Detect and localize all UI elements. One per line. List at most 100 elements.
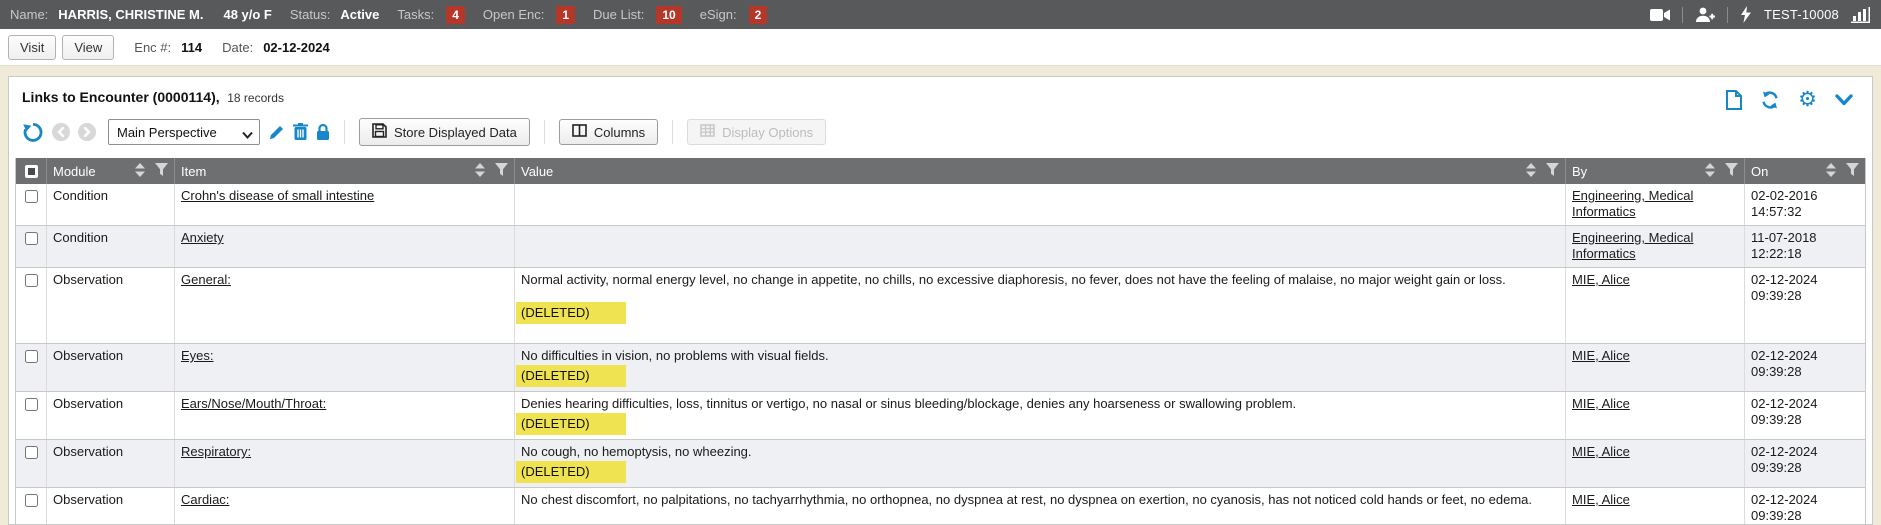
value-cell: [514, 226, 1565, 267]
sort-icon[interactable]: [1826, 163, 1836, 180]
value-column-header[interactable]: Value: [514, 158, 1565, 184]
sort-icon[interactable]: [1526, 163, 1536, 180]
topbar-separator: [1682, 7, 1683, 23]
module-cell: Observation: [46, 268, 174, 343]
module-cell: Observation: [46, 440, 174, 487]
save-icon: [372, 123, 387, 141]
open-enc-badge[interactable]: 1: [556, 6, 575, 24]
deleted-flag: (DELETED): [516, 302, 626, 324]
due-list-label: Due List:: [593, 7, 644, 22]
store-displayed-data-button[interactable]: Store Displayed Data: [359, 118, 530, 146]
sort-icon[interactable]: [135, 163, 145, 180]
lock-icon[interactable]: [316, 123, 330, 141]
refresh-icon[interactable]: [1760, 90, 1780, 110]
item-link[interactable]: General:: [181, 272, 231, 287]
filter-icon[interactable]: [495, 163, 508, 179]
on-timestamp: 02-12-2024 09:39:28: [1751, 348, 1859, 380]
item-link[interactable]: Crohn's disease of small intestine: [181, 188, 374, 203]
by-cell: MIE, Alice: [1565, 268, 1744, 343]
due-list-badge[interactable]: 10: [656, 6, 681, 24]
gear-icon[interactable]: ⚙: [1798, 89, 1817, 110]
video-camera-icon[interactable]: [1650, 8, 1670, 22]
store-button-label: Store Displayed Data: [394, 125, 517, 140]
row-checkbox[interactable]: [25, 190, 38, 203]
chevron-down-icon[interactable]: [1835, 94, 1853, 106]
module-cell: Observation: [46, 344, 174, 391]
table-row: Condition Crohn's disease of small intes…: [16, 184, 1865, 226]
module-cell: Observation: [46, 488, 174, 525]
value-cell: No difficulties in vision, no problems w…: [514, 344, 1565, 391]
module-cell: Condition: [46, 226, 174, 267]
filter-icon[interactable]: [1846, 163, 1859, 179]
filter-icon[interactable]: [1546, 163, 1559, 179]
item-link[interactable]: Ears/Nose/Mouth/Throat:: [181, 396, 326, 411]
sort-icon[interactable]: [1705, 163, 1715, 180]
prev-icon[interactable]: [52, 123, 70, 141]
lightning-icon[interactable]: [1740, 6, 1752, 23]
by-link[interactable]: MIE, Alice: [1572, 396, 1630, 411]
by-link[interactable]: MIE, Alice: [1572, 444, 1630, 459]
row-checkbox[interactable]: [25, 446, 38, 459]
row-select-cell: [16, 440, 46, 487]
value-text: Normal activity, normal energy level, no…: [521, 272, 1559, 288]
chart-icon[interactable]: [1851, 7, 1871, 23]
columns-button[interactable]: Columns: [559, 119, 658, 145]
by-cell: MIE, Alice: [1565, 488, 1744, 525]
new-page-icon[interactable]: [1726, 90, 1742, 110]
select-all-checkbox[interactable]: [25, 165, 38, 178]
item-link[interactable]: Cardiac:: [181, 492, 229, 507]
row-select-cell: [16, 184, 46, 225]
enc-date-value: 02-12-2024: [263, 40, 330, 55]
esign-badge[interactable]: 2: [749, 6, 768, 24]
status-label: Status:: [290, 7, 330, 22]
sort-icon[interactable]: [475, 163, 485, 180]
grid-toolbar: Main Perspective: [14, 118, 1867, 146]
panel-title: Links to Encounter (0000114), 18 records: [22, 89, 284, 105]
tasks-badge[interactable]: 4: [446, 6, 465, 24]
filter-icon[interactable]: [155, 163, 168, 179]
add-user-icon[interactable]: [1695, 7, 1715, 23]
edit-pencil-icon[interactable]: [268, 124, 285, 141]
item-link[interactable]: Respiratory:: [181, 444, 251, 459]
row-checkbox[interactable]: [25, 274, 38, 287]
perspective-select[interactable]: Main Perspective: [108, 119, 260, 145]
select-all-header: [16, 158, 46, 184]
row-select-cell: [16, 268, 46, 343]
on-timestamp: 02-12-2024 09:39:28: [1751, 444, 1859, 476]
filter-icon[interactable]: [1725, 163, 1738, 179]
item-column-header[interactable]: Item: [174, 158, 514, 184]
item-header-label: Item: [181, 164, 469, 179]
by-link[interactable]: MIE, Alice: [1572, 272, 1630, 287]
by-link[interactable]: Engineering, Medical Informatics: [1572, 188, 1693, 219]
row-checkbox[interactable]: [25, 232, 38, 245]
undo-icon[interactable]: [22, 121, 44, 143]
visit-button[interactable]: Visit: [8, 35, 56, 60]
row-checkbox[interactable]: [25, 494, 38, 507]
item-link[interactable]: Anxiety: [181, 230, 224, 245]
item-cell: Eyes:: [174, 344, 514, 391]
trash-icon[interactable]: [293, 123, 308, 141]
by-link[interactable]: MIE, Alice: [1572, 348, 1630, 363]
row-select-cell: [16, 226, 46, 267]
on-column-header[interactable]: On: [1744, 158, 1865, 184]
by-link[interactable]: MIE, Alice: [1572, 492, 1630, 507]
row-checkbox[interactable]: [25, 398, 38, 411]
row-checkbox[interactable]: [25, 350, 38, 363]
view-button[interactable]: View: [62, 35, 114, 60]
enc-date-label: Date:: [222, 40, 253, 55]
name-label: Name:: [10, 7, 48, 22]
by-link[interactable]: Engineering, Medical Informatics: [1572, 230, 1693, 261]
toolbar-separator: [672, 120, 673, 144]
workspace: Links to Encounter (0000114), 18 records…: [0, 66, 1881, 525]
on-header-label: On: [1751, 164, 1820, 179]
item-link[interactable]: Eyes:: [181, 348, 214, 363]
module-column-header[interactable]: Module: [46, 158, 174, 184]
esign-label: eSign:: [700, 7, 737, 22]
by-cell: MIE, Alice: [1565, 440, 1744, 487]
next-icon[interactable]: [78, 123, 96, 141]
status-value: Active: [340, 7, 379, 22]
by-column-header[interactable]: By: [1565, 158, 1744, 184]
item-cell: General:: [174, 268, 514, 343]
value-header-label: Value: [521, 164, 1520, 179]
table-row: Observation Eyes: No difficulties in vis…: [16, 344, 1865, 392]
